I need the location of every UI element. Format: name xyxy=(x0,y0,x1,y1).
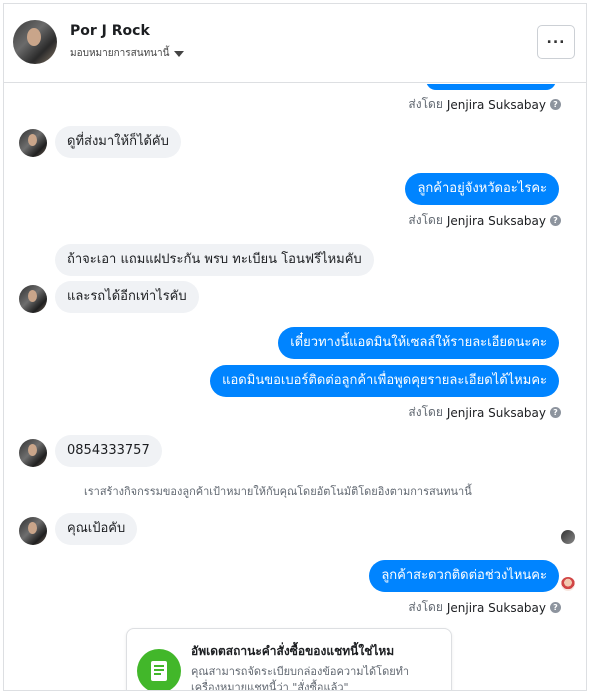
message-bubble-outgoing: แอดมินขอเบอร์ติดต่อลูกค้าเพื่อพูดคุยรายล… xyxy=(210,365,559,397)
contact-name[interactable]: Por J Rock xyxy=(70,23,150,39)
sent-by-prefix: ส่งโดย xyxy=(408,213,443,227)
read-receipt-avatar xyxy=(561,577,575,591)
contact-avatar-small xyxy=(19,129,47,157)
card-title: อัพเดตสถานะคำสั่งซื้อของแชทนี้ใช่ไหม xyxy=(191,644,395,658)
caret-down-icon xyxy=(174,50,185,57)
sent-by-prefix: ส่งโดย xyxy=(408,405,443,419)
contact-avatar-small xyxy=(19,439,47,467)
question-circle-icon[interactable]: ? xyxy=(550,215,561,226)
question-circle-icon[interactable]: ? xyxy=(550,602,561,613)
contact-avatar-small xyxy=(19,517,47,545)
system-notice: เราสร้างกิจกรรมของลูกค้าเป้าหมายให้กับคุ… xyxy=(84,485,472,498)
receipt-icon xyxy=(137,649,181,690)
assign-conversation-dropdown[interactable]: มอบหมายการสนทนานี้ xyxy=(70,46,185,61)
sent-by-name: Jenjira Suksabay xyxy=(446,213,546,228)
sent-by-line: ส่งโดย Jenjira Suksabay ? xyxy=(408,211,561,230)
sent-by-prefix: ส่งโดย xyxy=(408,600,443,614)
order-status-card[interactable]: อัพเดตสถานะคำสั่งซื้อของแชทนี้ใช่ไหม คุณ… xyxy=(126,628,452,691)
more-options-button[interactable]: ... xyxy=(537,25,575,59)
message-bubble-outgoing: ลูกค้าอยู่จังหวัดอะไรคะ xyxy=(405,173,559,205)
message-bubble-incoming: คุณเป้อคับ xyxy=(55,513,138,545)
sent-by-line: ส่งโดย Jenjira Suksabay ? xyxy=(408,403,561,422)
assign-conversation-label: มอบหมายการสนทนานี้ xyxy=(70,48,170,59)
message-bubble-incoming: ดูที่ส่งมาให้ก็ได้คับ xyxy=(55,126,181,158)
message-bubble-incoming: ถ้าจะเอา แถมแฝประกัน พรบ ทะเบียน โอนฟรีไ… xyxy=(55,244,374,276)
message-bubble-incoming: และรถได้อีกเท่าไรคับ xyxy=(55,281,199,313)
message-bubble-outgoing: เดี๋ยวทางนี้แอดมินให้เซลล์ให้รายละเอียดน… xyxy=(278,327,559,359)
sent-by-line: ส่งโดย Jenjira Suksabay ? xyxy=(408,95,561,114)
chat-header: Por J Rock มอบหมายการสนทนานี้ ... xyxy=(4,4,586,83)
card-body: คุณสามารถจัดระเบียบกล่องข้อความได้โดยทำเ… xyxy=(191,665,410,691)
contact-avatar[interactable] xyxy=(13,20,57,64)
sent-by-name: Jenjira Suksabay xyxy=(446,600,546,615)
chat-panel: Por J Rock มอบหมายการสนทนานี้ ... ส่งโดย… xyxy=(3,3,587,691)
read-receipt-avatar xyxy=(561,530,575,544)
question-circle-icon[interactable]: ? xyxy=(550,99,561,110)
sent-by-prefix: ส่งโดย xyxy=(408,97,443,111)
sent-by-line: ส่งโดย Jenjira Suksabay ? xyxy=(408,598,561,617)
conversation-area[interactable]: ส่งโดย Jenjira Suksabay ? ดูที่ส่งมาให้ก… xyxy=(4,84,586,691)
message-bubble-incoming: 0854333757 xyxy=(55,435,162,467)
sent-by-name: Jenjira Suksabay xyxy=(446,97,546,112)
sent-by-name: Jenjira Suksabay xyxy=(446,405,546,420)
question-circle-icon[interactable]: ? xyxy=(550,407,561,418)
contact-avatar-small xyxy=(19,285,47,313)
more-dots-icon: ... xyxy=(546,31,566,47)
message-bubble-outgoing: ลูกค้าสะดวกติดต่อช่วงไหนคะ xyxy=(369,560,559,592)
message-bubble-outgoing-partial xyxy=(426,84,556,90)
